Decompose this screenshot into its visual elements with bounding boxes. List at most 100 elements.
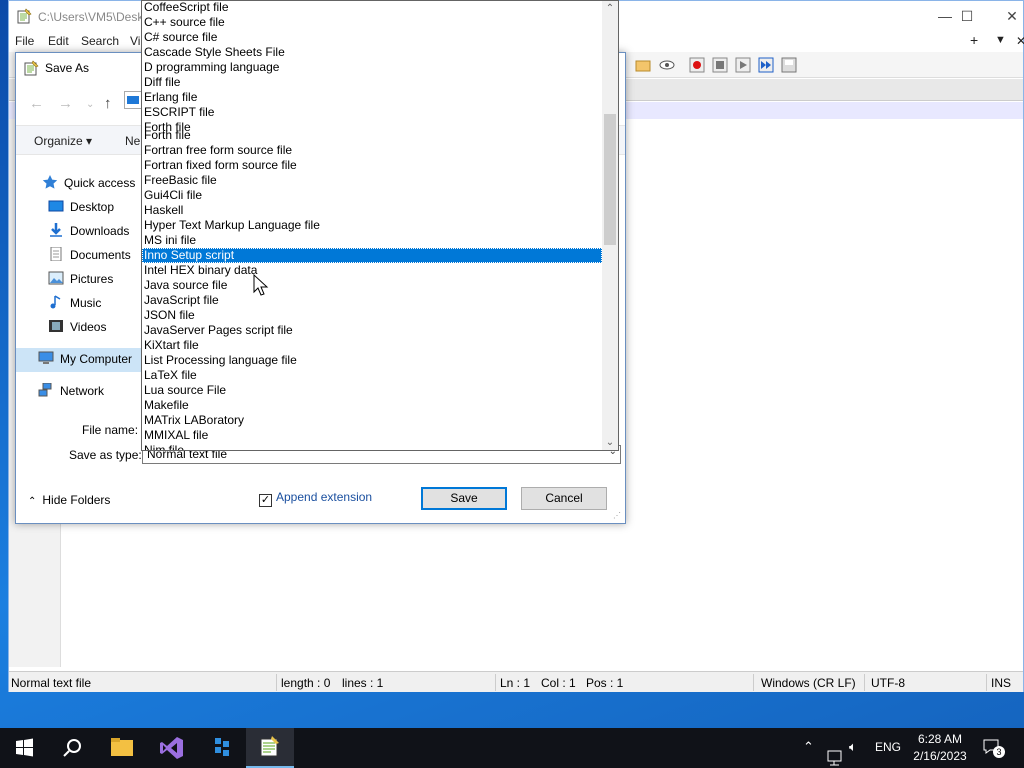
dropdown-option[interactable]: Hyper Text Markup Language file	[142, 218, 602, 233]
file-explorer-icon[interactable]	[98, 728, 146, 768]
dropdown-option[interactable]: JavaScript file	[142, 293, 602, 308]
up-arrow-icon[interactable]: ↑	[104, 95, 112, 112]
tab-list-icon[interactable]: ▼	[995, 34, 1006, 46]
clock-date: 2/16/2023	[913, 749, 967, 763]
system-clock[interactable]: 6:28 AM 2/16/2023	[908, 731, 972, 765]
dropdown-option[interactable]: LaTeX file	[142, 368, 602, 383]
close-icon[interactable]: ✕	[1002, 6, 1022, 26]
dropdown-option[interactable]: Inno Setup script	[142, 248, 602, 263]
close-tab-icon[interactable]: ✕	[1016, 34, 1024, 48]
add-tab-icon[interactable]: +	[970, 32, 978, 48]
menu-file[interactable]: File	[15, 34, 34, 48]
append-extension-checkbox[interactable]: ✓ Append extension	[259, 490, 372, 507]
scroll-up-icon[interactable]: ⌃	[602, 3, 618, 14]
minimize-icon[interactable]: —	[935, 6, 955, 26]
save-macro-icon[interactable]	[781, 57, 797, 73]
dropdown-option[interactable]: Cascade Style Sheets File	[142, 45, 602, 60]
status-pos: Pos : 1	[586, 676, 624, 690]
dialog-title: Save As	[45, 61, 90, 75]
nav-item-music[interactable]: Music	[48, 292, 101, 314]
play-macro-icon[interactable]	[735, 57, 751, 73]
dropdown-option[interactable]: Diff file	[142, 75, 602, 90]
dropdown-option[interactable]: JSON file	[142, 308, 602, 323]
network-status-icon[interactable]	[826, 738, 844, 768]
nav-item-quick-access[interactable]: Quick access	[42, 172, 135, 194]
visual-studio-icon[interactable]	[147, 728, 195, 768]
status-separator	[276, 674, 277, 691]
show-hidden-icons-icon[interactable]: ⌃	[803, 739, 814, 768]
cancel-button[interactable]: Cancel	[521, 487, 607, 510]
status-separator	[495, 674, 496, 691]
dropdown-option[interactable]: MATrix LABoratory	[142, 413, 602, 428]
nav-item-documents[interactable]: Documents	[48, 244, 131, 266]
menu-view[interactable]: Vi	[130, 34, 140, 48]
organize-button[interactable]: Organize ▾	[34, 134, 92, 148]
notification-center-button[interactable]: 3	[982, 738, 1006, 758]
dropdown-option[interactable]: C++ source file	[142, 15, 602, 30]
play-multiple-icon[interactable]	[758, 57, 774, 73]
status-eol[interactable]: Windows (CR LF)	[761, 676, 856, 690]
nav-item-network[interactable]: Network	[38, 380, 104, 402]
hide-folders-label: Hide Folders	[42, 493, 111, 507]
hide-folders-button[interactable]: ⌃ Hide Folders	[28, 493, 110, 507]
forward-arrow-icon[interactable]: →	[58, 95, 73, 112]
dropdown-option[interactable]: Forth file	[142, 128, 602, 143]
dropdown-option[interactable]: CoffeeScript file	[142, 1, 602, 15]
dropdown-option[interactable]: JavaServer Pages script file	[142, 323, 602, 338]
nav-item-my-computer[interactable]: My Computer	[38, 348, 132, 370]
status-mode[interactable]: INS	[991, 676, 1011, 690]
dropdown-option[interactable]: Intel HEX binary data	[142, 263, 602, 278]
resize-grip-icon[interactable]: ⋰	[613, 511, 623, 521]
dropdown-option[interactable]: Lua source File	[142, 383, 602, 398]
back-arrow-icon[interactable]: ←	[29, 95, 44, 112]
dropdown-option[interactable]: Makefile	[142, 398, 602, 413]
dropdown-option[interactable]: FreeBasic file	[142, 173, 602, 188]
volume-icon[interactable]: 🔈︎	[849, 739, 857, 768]
network-tool-icon[interactable]	[198, 728, 246, 768]
status-separator	[986, 674, 987, 691]
desktop-icon	[48, 200, 64, 212]
scroll-down-icon[interactable]: ⌄	[602, 437, 618, 448]
eye-icon[interactable]	[659, 57, 675, 73]
dropdown-scrollbar[interactable]: ⌃ ⌄	[602, 1, 618, 450]
dropdown-option[interactable]: List Processing language file	[142, 353, 602, 368]
menu-search[interactable]: Search	[81, 34, 119, 48]
nav-item-pictures[interactable]: Pictures	[48, 268, 113, 290]
new-folder-button[interactable]: Ne	[125, 134, 140, 148]
nav-item-label: Desktop	[70, 200, 115, 214]
recent-locations-icon[interactable]: ⌄	[86, 99, 94, 110]
dropdown-option[interactable]: MMIXAL file	[142, 428, 602, 443]
dropdown-option[interactable]: Nim file	[142, 443, 602, 450]
record-macro-icon[interactable]	[689, 57, 705, 73]
nav-item-downloads[interactable]: Downloads	[48, 220, 129, 242]
dropdown-option[interactable]: C# source file	[142, 30, 602, 45]
menu-edit[interactable]: Edit	[48, 34, 69, 48]
dropdown-option[interactable]: Gui4Cli file	[142, 188, 602, 203]
scrollbar-thumb[interactable]	[604, 114, 616, 245]
save-button[interactable]: Save	[421, 487, 507, 510]
dropdown-option[interactable]: Java source file	[142, 278, 602, 293]
status-encoding[interactable]: UTF-8	[871, 676, 905, 690]
nav-item-label: Quick access	[64, 176, 136, 190]
dropdown-option[interactable]: KiXtart file	[142, 338, 602, 353]
notepad-app-icon	[17, 8, 32, 24]
dropdown-option[interactable]: MS ini file	[142, 233, 602, 248]
nav-item-videos[interactable]: Videos	[48, 316, 106, 338]
search-icon[interactable]	[48, 728, 96, 768]
maximize-icon[interactable]: ☐	[957, 6, 977, 26]
language-indicator[interactable]: ENG	[875, 740, 901, 768]
dropdown-option[interactable]: Fortran free form source file	[142, 143, 602, 158]
dropdown-option[interactable]: Erlang file	[142, 90, 602, 105]
dropdown-option[interactable]: ESCRIPT file	[142, 105, 602, 120]
folder-icon[interactable]	[635, 57, 651, 73]
dropdown-option[interactable]: D programming language	[142, 60, 602, 75]
nav-item-desktop[interactable]: Desktop	[48, 196, 114, 218]
windows-start-icon[interactable]	[0, 728, 48, 768]
dropdown-option[interactable]: Fortran fixed form source file	[142, 158, 602, 173]
dropdown-option[interactable]: Haskell	[142, 203, 602, 218]
stop-macro-icon[interactable]	[712, 57, 728, 73]
video-icon	[49, 320, 63, 332]
notepad-taskbar-button[interactable]	[246, 728, 294, 768]
network-icon	[38, 383, 52, 397]
navigation-pane: Quick access Desktop Downloads Documents…	[16, 156, 144, 416]
